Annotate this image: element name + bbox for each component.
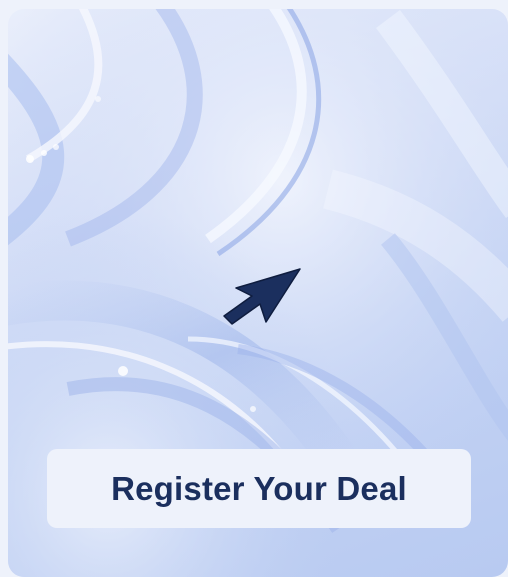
arrow-cursor-icon	[223, 268, 301, 325]
register-deal-button[interactable]: Register Your Deal	[47, 449, 471, 528]
promo-card: Register Your Deal	[8, 9, 508, 577]
register-deal-label: Register Your Deal	[111, 469, 407, 507]
